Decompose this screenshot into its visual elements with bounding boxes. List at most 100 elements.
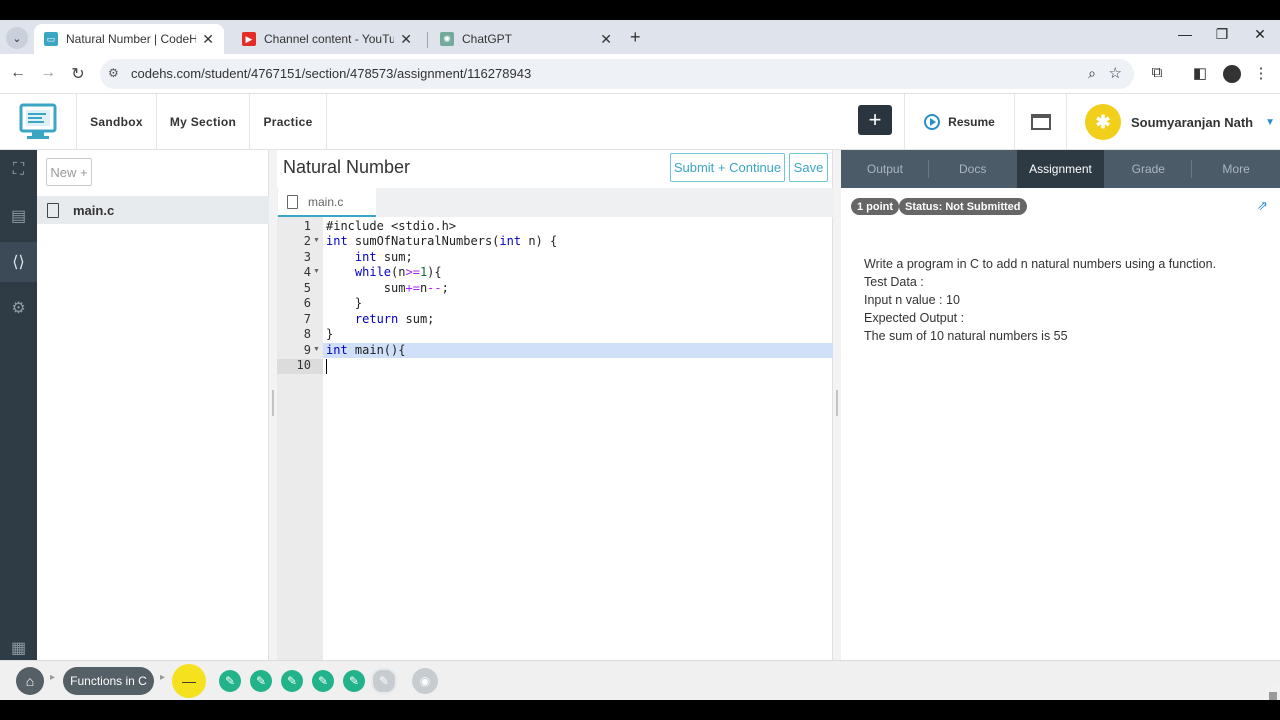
tab-codehs[interactable]: ▭ Natural Number | CodeHS ✕ — [34, 24, 224, 54]
code-line[interactable] — [326, 358, 333, 372]
assignment-description: Write a program in C to add n natural nu… — [864, 257, 1217, 271]
panel-layout-icon[interactable]: ▦ — [0, 636, 37, 660]
address-bar[interactable]: ⚙ codehs.com/student/4767151/section/478… — [100, 59, 1134, 89]
codehs-header: Sandbox My Section Practice + Resume ✱ S… — [0, 94, 1280, 150]
tab-more[interactable]: More — [1192, 150, 1280, 188]
left-rail: ⛶ ▤ ⟨⟩ ⚙ ▦ — [0, 150, 37, 660]
codehs-logo-icon[interactable] — [18, 102, 58, 142]
back-arrow-icon[interactable]: ← — [8, 64, 28, 82]
current-item-indicator[interactable]: — — [172, 664, 206, 698]
tab-output[interactable]: Output — [841, 150, 929, 188]
line-number: 6 — [303, 296, 311, 310]
code-line[interactable]: } — [326, 327, 333, 341]
url-text[interactable]: codehs.com/student/4767151/section/47857… — [131, 66, 531, 81]
panel-tabs: Output Docs Assignment Grade More — [841, 150, 1280, 188]
code-line[interactable]: return sum; — [326, 312, 434, 326]
completed-task-pencil-icon[interactable]: ✎ — [312, 670, 334, 692]
tab-assignment[interactable]: Assignment — [1016, 150, 1105, 188]
submit-continue-button[interactable]: Submit + Continue — [670, 153, 785, 182]
line-number: 5 — [303, 281, 311, 295]
drag-handle[interactable] — [272, 390, 274, 416]
line-number: 10 — [296, 358, 311, 372]
right-panel: Output Docs Assignment Grade More 1 poin… — [841, 150, 1280, 660]
layout-toggle-button[interactable] — [1014, 94, 1066, 150]
drag-handle[interactable] — [836, 390, 838, 416]
resume-button[interactable]: Resume — [904, 94, 1014, 150]
file-item-main-c[interactable]: main.c — [37, 196, 269, 224]
site-info-icon[interactable]: ⚙ — [108, 66, 119, 80]
browser-menu-icon[interactable]: ⋮ — [1251, 64, 1271, 82]
code-line[interactable]: #include <stdio.h> — [326, 219, 456, 233]
editor-area: Natural Number Submit + Continue Save ma… — [277, 150, 833, 660]
completed-task-pencil-icon[interactable]: ✎ — [219, 670, 241, 692]
code-line[interactable]: int sumOfNaturalNumbers(int n) { — [326, 234, 557, 248]
maximize-icon[interactable]: ❐ — [1207, 26, 1237, 43]
settings-gear-icon[interactable]: ⚙ — [0, 288, 37, 328]
line-number: 8 — [303, 327, 311, 341]
save-button[interactable]: Save — [789, 153, 828, 182]
open-external-icon[interactable]: ⇗ — [1257, 198, 1268, 214]
user-menu[interactable]: ✱ Soumyaranjan Nath ▼ — [1066, 94, 1280, 150]
tab-docs[interactable]: Docs — [929, 150, 1017, 188]
close-tab-icon[interactable]: ✕ — [202, 31, 214, 48]
code-line[interactable]: int sum; — [326, 250, 413, 264]
code-line[interactable]: int main(){ — [326, 343, 405, 357]
create-plus-button[interactable]: + — [858, 105, 892, 135]
side-panel-icon[interactable]: ◧ — [1190, 64, 1210, 82]
close-window-icon[interactable]: ✕ — [1245, 26, 1275, 43]
lightbulb-icon[interactable]: ◉ — [412, 668, 438, 694]
nav-my-section[interactable]: My Section — [156, 94, 249, 150]
completed-task-pencil-icon[interactable]: ✎ — [343, 670, 365, 692]
completed-task-pencil-icon[interactable]: ✎ — [281, 670, 303, 692]
tab-grade[interactable]: Grade — [1104, 150, 1193, 188]
file-name: main.c — [73, 202, 115, 218]
fold-arrow-icon[interactable]: ▼ — [313, 268, 320, 275]
play-circle-icon — [924, 114, 941, 130]
assignment-description: Expected Output : — [864, 311, 965, 325]
code-line[interactable]: while(n>=1){ — [326, 265, 442, 279]
breadcrumb-functions-in-c[interactable]: Functions in C — [63, 667, 154, 695]
bookmark-star-icon[interactable]: ☆ — [1109, 64, 1122, 82]
editor-tab-label: main.c — [308, 194, 344, 209]
minimize-icon[interactable]: — — [1170, 26, 1200, 42]
close-tab-icon[interactable]: ✕ — [400, 31, 412, 48]
fold-arrow-icon[interactable]: ▼ — [313, 346, 320, 353]
line-number: 4 — [303, 265, 311, 279]
user-avatar: ✱ — [1085, 104, 1121, 140]
nav-sandbox[interactable]: Sandbox — [76, 94, 156, 150]
forward-arrow-icon[interactable]: → — [38, 64, 58, 82]
tab-search-chevron-icon[interactable]: ⌄ — [6, 27, 28, 49]
code-line[interactable]: } — [326, 296, 362, 310]
completed-task-pencil-icon[interactable]: ✎ — [250, 670, 272, 692]
fold-arrow-icon[interactable]: ▼ — [313, 237, 320, 244]
assignment-description: Input n value : 10 — [864, 293, 960, 307]
new-tab-plus-icon[interactable]: + — [630, 27, 641, 48]
tab-chatgpt[interactable]: ✺ ChatGPT ✕ — [430, 24, 622, 54]
new-file-button[interactable]: New + — [46, 158, 92, 186]
line-number: 1 — [303, 219, 311, 233]
calendar-icon[interactable]: ▤ — [0, 196, 37, 236]
code-icon[interactable]: ⟨⟩ — [0, 242, 37, 282]
nav-practice[interactable]: Practice — [249, 94, 327, 150]
extensions-puzzle-icon[interactable]: ⧉ — [1147, 64, 1167, 81]
home-icon[interactable]: ⌂ — [16, 667, 44, 695]
left-splitter[interactable] — [269, 150, 277, 660]
chevron-down-icon: ▼ — [1265, 116, 1275, 128]
tab-youtube[interactable]: ▶ Channel content - YouTube Stu ✕ — [232, 24, 422, 54]
assignment-title: Natural Number — [283, 157, 411, 177]
screen-letterbox-bottom — [0, 700, 1280, 720]
editor-tab-main-c[interactable]: main.c — [278, 188, 376, 217]
line-number: 2 — [303, 234, 311, 248]
reload-icon[interactable]: ↻ — [68, 64, 88, 84]
text-cursor — [326, 359, 327, 374]
user-name: Soumyaranjan Nath — [1131, 114, 1254, 130]
map-icon[interactable]: ⛶ — [0, 150, 37, 190]
close-tab-icon[interactable]: ✕ — [600, 31, 612, 48]
line-number: 3 — [303, 250, 311, 264]
zoom-icon[interactable]: ⌕ — [1088, 65, 1096, 82]
profile-avatar-icon[interactable] — [1223, 65, 1241, 83]
code-line[interactable]: sum+=n--; — [326, 281, 449, 295]
right-splitter[interactable] — [833, 150, 841, 660]
line-number: 7 — [303, 312, 311, 326]
pending-task-pencil-icon[interactable]: ✎ — [371, 668, 397, 694]
